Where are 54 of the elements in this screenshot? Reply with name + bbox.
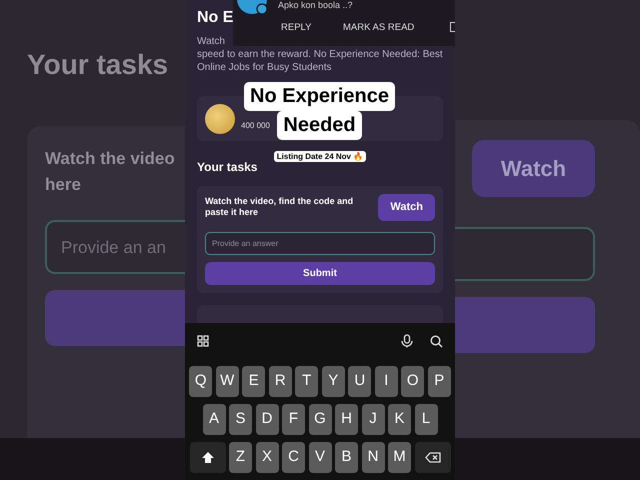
keyboard-key[interactable]: T [295,366,318,397]
keyboard-key[interactable]: G [308,404,332,435]
page-description: Watch [196,35,226,48]
keyboard-key[interactable]: O [401,366,424,397]
keyboard-key[interactable]: D [256,404,278,435]
keyboard-key[interactable]: S [229,404,252,435]
apps-grid-icon[interactable] [197,335,209,347]
reward-amount: 400 000 [241,120,270,132]
backspace-icon [424,452,440,463]
blurred-task-text: here [45,174,82,196]
keyboard-key[interactable]: F [282,404,305,435]
keyboard-key[interactable]: A [202,404,226,435]
backspace-key[interactable] [414,442,450,473]
notification-action[interactable]: MARK AS READ [343,21,414,36]
caption-title: No Experience [244,82,395,111]
answer-field[interactable]: Provide an answer [205,232,435,254]
page-title: No E [197,8,234,28]
page-description: speed to earn the reward. No Experience Needed: Best Online Jobs for Busy Students [196,48,444,74]
blurred-task-text: Watch the video [45,148,176,170]
keyboard-key[interactable]: M [388,442,411,473]
keyboard-key[interactable]: E [242,366,266,397]
keyboard-key[interactable]: N [362,442,384,473]
caption-subtitle: Listing Date 24 Nov 🔥 [274,151,366,162]
keyboard-key[interactable]: R [268,366,292,397]
coin-icon [205,104,235,134]
keyboard-key[interactable]: Z [229,442,252,473]
keyboard-key[interactable]: W [216,366,239,397]
keyboard-key[interactable]: B [335,442,358,473]
notification-icon [450,22,455,32]
keyboard-key[interactable]: C [282,442,305,473]
keyboard-key[interactable]: V [308,442,332,473]
keyboard-key[interactable]: U [348,366,372,397]
search-icon[interactable] [430,334,443,348]
microphone-icon[interactable] [401,334,413,348]
keyboard-key[interactable]: J [362,404,384,435]
keyboard-key[interactable]: H [335,404,358,435]
blurred-answer-field: Provide an an [45,220,185,274]
keyboard-key[interactable]: P [428,366,451,397]
keyboard-key[interactable]: L [414,404,438,435]
keyboard-key[interactable]: Q [189,366,212,397]
blurred-heading: Your tasks [27,48,170,82]
keyboard-key[interactable]: X [256,442,278,473]
shift-key[interactable] [190,442,226,473]
notification-action[interactable]: REPLY [281,21,312,36]
shift-icon [200,450,214,464]
submit-button[interactable]: Submit [205,262,435,284]
task-text: Watch the video, find the code and paste it here [205,196,354,218]
keyboard-key[interactable]: K [388,404,411,435]
notification-message: Apko kon boola ..? [278,0,353,11]
keyboard-key[interactable]: Y [322,366,345,397]
caption-title: Needed [277,111,362,140]
section-heading: Your tasks [197,159,258,176]
watch-button[interactable]: Watch [378,194,435,220]
keyboard-key[interactable]: I [374,366,398,397]
